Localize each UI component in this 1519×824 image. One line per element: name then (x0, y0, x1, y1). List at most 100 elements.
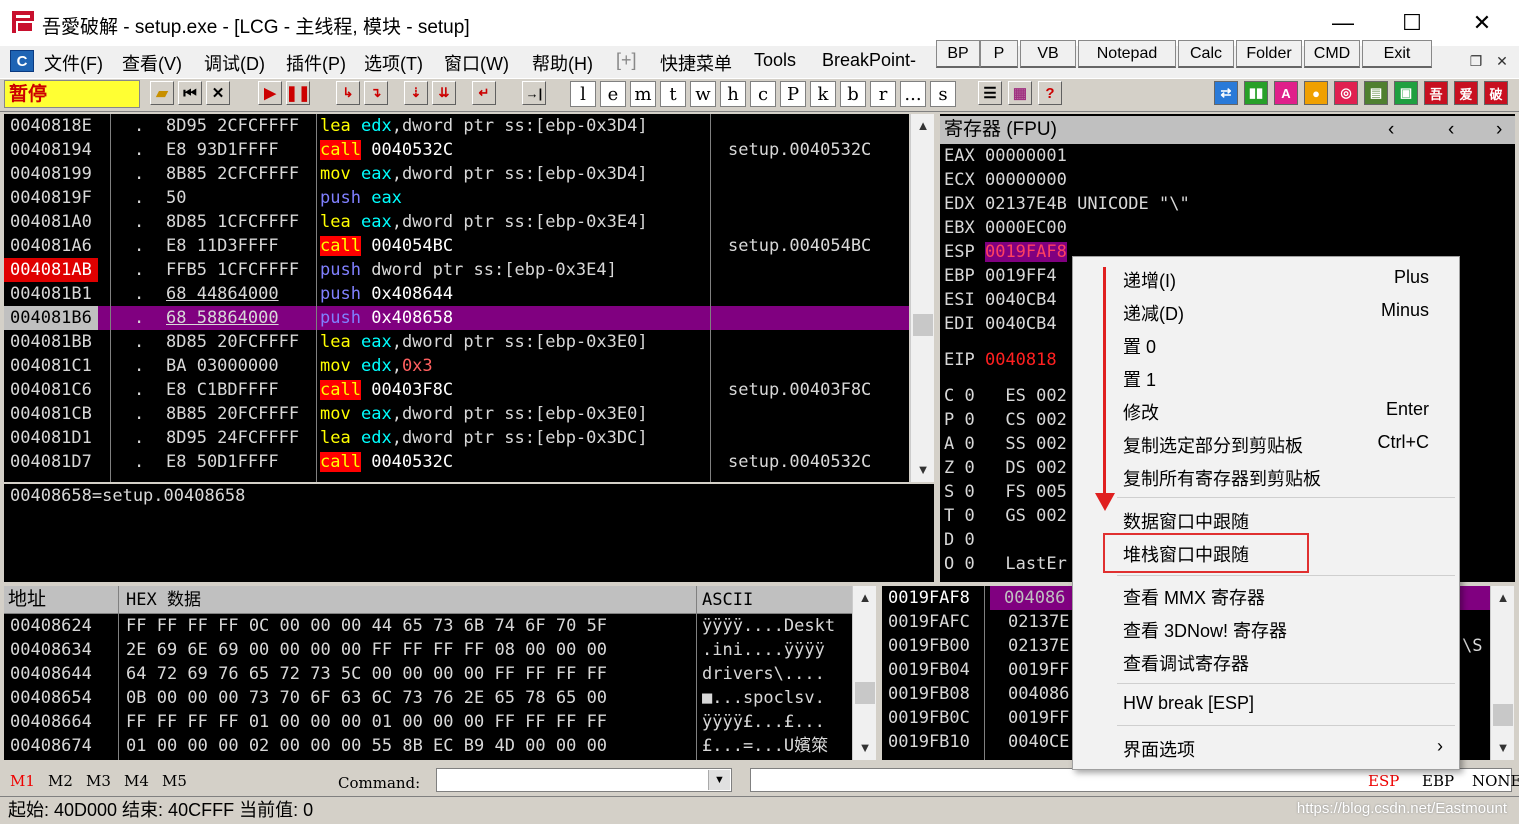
memory-tab-m4[interactable]: M4 (124, 772, 149, 790)
plugin-button-exit[interactable]: Exit (1362, 40, 1432, 68)
context-menu-item[interactable]: 复制所有寄存器到剪贴板 (1123, 465, 1321, 491)
mdi-restore-icon[interactable]: ❐ (1464, 50, 1488, 72)
flag-line[interactable]: Z 0 DS 002 (944, 456, 1067, 480)
menu-item[interactable]: BreakPoint- (822, 50, 916, 71)
context-menu-item[interactable]: 递增(I) (1123, 267, 1176, 293)
memory-tab-m5[interactable]: M5 (162, 772, 187, 790)
wu-icon[interactable]: 吾 (1424, 81, 1448, 105)
disasm-row[interactable]: 00408199. 8B85 2CFCFFFF mov eax,dword ptr … (4, 162, 909, 186)
dump-row[interactable]: 00408634 2E 69 6E 69 00 00 00 00 FF FF FF… (10, 638, 850, 662)
back-icon[interactable]: ‹ (1448, 116, 1454, 144)
window-button-s[interactable]: s (930, 81, 956, 107)
close-button[interactable]: ✕ (1450, 0, 1514, 46)
flag-line[interactable]: P 0 CS 002 (944, 408, 1067, 432)
chevron-down-icon[interactable]: ▼ (708, 770, 730, 790)
ai-icon[interactable]: 爱 (1454, 81, 1478, 105)
register-esi[interactable]: ESI 0040CB4 (944, 288, 1067, 312)
disasm-row[interactable]: 004081B6. 68 58864000 push 0x408658 (4, 306, 909, 330)
calc-icon[interactable]: ▤ (1364, 81, 1388, 105)
dump-col-hex[interactable]: HEX 数据 (126, 586, 201, 614)
dump-row[interactable]: 00408644 64 72 69 76 65 72 73 5C 00 00 00… (10, 662, 850, 686)
scroll-thumb[interactable] (1493, 704, 1513, 726)
scroll-up-icon[interactable]: ▲ (913, 118, 933, 133)
flag-line[interactable]: D 0 (944, 528, 975, 552)
menu-item[interactable]: 查看(V) (122, 50, 182, 76)
stack-tab-ebp[interactable]: EBP (1422, 772, 1454, 790)
step-over-icon[interactable]: ↴ (364, 81, 388, 105)
register-value[interactable]: 0040CB4 (985, 290, 1057, 310)
disasm-row[interactable]: 004081AB. FFB5 1CFCFFFF push dword ptr ss:… (4, 258, 909, 282)
menu-item[interactable]: [+] (616, 50, 637, 71)
refresh-icon[interactable]: ⇄ (1214, 81, 1238, 105)
help-icon[interactable]: ? (1038, 81, 1062, 105)
target-icon[interactable]: ◎ (1334, 81, 1358, 105)
disassembly-scrollbar[interactable]: ▲ ▼ (910, 114, 934, 482)
register-value[interactable]: 02137E4B (985, 194, 1067, 214)
disasm-row[interactable]: 00408194. E8 93D1FFFF call 0040532C setup.0… (4, 138, 909, 162)
plugin-button-p[interactable]: P (980, 40, 1018, 68)
window-button-k[interactable]: k (810, 81, 836, 107)
memory-tab-m1[interactable]: M1 (10, 772, 35, 790)
register-edi[interactable]: EDI 0040CB4 (944, 312, 1067, 336)
register-value[interactable]: 0019FF4 (985, 266, 1057, 286)
screen-icon[interactable]: ▣ (1394, 81, 1418, 105)
plugin-button-notepad[interactable]: Notepad (1078, 40, 1176, 68)
flag-line[interactable]: S 0 FS 005 (944, 480, 1067, 504)
window-button-w[interactable]: w (690, 81, 716, 107)
disasm-row[interactable]: 004081BB. 8D85 20FCFFFF lea eax,dword ptr … (4, 330, 909, 354)
plugin-button-bp[interactable]: BP (936, 40, 980, 68)
register-esp[interactable]: ESP 0019FAF8 (944, 240, 1077, 264)
mdi-close-icon[interactable]: ✕ (1490, 50, 1514, 72)
flag-line[interactable]: T 0 GS 002 (944, 504, 1067, 528)
flag-line[interactable]: C 0 ES 002 (944, 384, 1067, 408)
plugin-button-vb[interactable]: VB (1020, 40, 1076, 68)
window-button-b[interactable]: b (840, 81, 866, 107)
scroll-thumb[interactable] (855, 682, 875, 704)
po-icon[interactable]: 破 (1484, 81, 1508, 105)
step-into-icon[interactable]: ↳ (336, 81, 360, 105)
disassembly-pane[interactable]: 0040818E. 8D95 2CFCFFFF lea edx,dword ptr … (4, 114, 909, 482)
context-menu-item[interactable]: 修改 (1123, 399, 1159, 425)
context-menu-item[interactable]: 递减(D) (1123, 300, 1184, 326)
menu-item[interactable]: 插件(P) (286, 50, 346, 76)
menu-item[interactable]: 文件(F) (44, 50, 103, 76)
disasm-row[interactable]: 004081CB. 8B85 20FCFFFF mov eax,dword ptr … (4, 402, 909, 426)
record-icon[interactable]: ● (1304, 81, 1328, 105)
register-value[interactable]: 0040818 (985, 350, 1057, 370)
plugin-button-cmd[interactable]: CMD (1304, 40, 1360, 68)
next-icon[interactable]: › (1496, 116, 1502, 144)
window-button-l[interactable]: l (570, 81, 596, 107)
scroll-up-icon[interactable]: ▲ (1493, 590, 1513, 605)
scroll-down-icon[interactable]: ▼ (913, 462, 933, 477)
prev-icon[interactable]: ‹ (1388, 116, 1394, 144)
register-value[interactable]: 00000001 (985, 146, 1067, 166)
register-edx[interactable]: EDX 02137E4B UNICODE "\" (944, 192, 1190, 216)
dump-pane[interactable]: 00408624 FF FF FF FF 0C 00 00 00 44 65 73… (4, 614, 852, 760)
menu-item[interactable]: 选项(T) (364, 50, 423, 76)
disasm-row[interactable]: 004081A0. 8D85 1CFCFFFF lea eax,dword ptr … (4, 210, 909, 234)
window-button-dots[interactable]: ... (900, 81, 926, 107)
context-menu-item[interactable]: 置 1 (1123, 366, 1156, 392)
dump-row[interactable]: 00408664 FF FF FF FF 01 00 00 00 01 00 00… (10, 710, 850, 734)
context-menu-item[interactable]: 置 0 (1123, 333, 1156, 359)
trace-over-icon[interactable]: ⇊ (432, 81, 456, 105)
window-button-e[interactable]: e (600, 81, 626, 107)
context-menu-item[interactable]: 查看 3DNow! 寄存器 (1123, 617, 1287, 643)
context-menu-item[interactable]: HW break [ESP] (1123, 693, 1254, 714)
menu-item[interactable]: 调试(D) (204, 50, 265, 76)
scroll-down-icon[interactable]: ▼ (855, 740, 875, 755)
trace-into-icon[interactable]: ⇣ (404, 81, 428, 105)
scroll-down-icon[interactable]: ▼ (1493, 740, 1513, 755)
window-button-m[interactable]: m (630, 81, 656, 107)
disasm-row[interactable]: 004081D1. 8D95 24FCFFFF lea edx,dword ptr … (4, 426, 909, 450)
register-value[interactable]: 0019FAF8 (984, 242, 1067, 262)
window-button-P[interactable]: P (780, 81, 806, 107)
open-icon[interactable]: ▰ (150, 81, 174, 105)
dump-col-ascii[interactable]: ASCII (702, 586, 753, 614)
menu-item[interactable]: 窗口(W) (444, 50, 509, 76)
dump-col-address[interactable]: 地址 (8, 586, 46, 614)
memory-tab-m3[interactable]: M3 (86, 772, 111, 790)
disasm-row[interactable]: 004081C6. E8 C1BDFFFF call 00403F8C setup.0… (4, 378, 909, 402)
menu-item[interactable]: 快捷菜单 (660, 50, 732, 76)
context-menu-item[interactable]: 数据窗口中跟随 (1123, 508, 1249, 534)
